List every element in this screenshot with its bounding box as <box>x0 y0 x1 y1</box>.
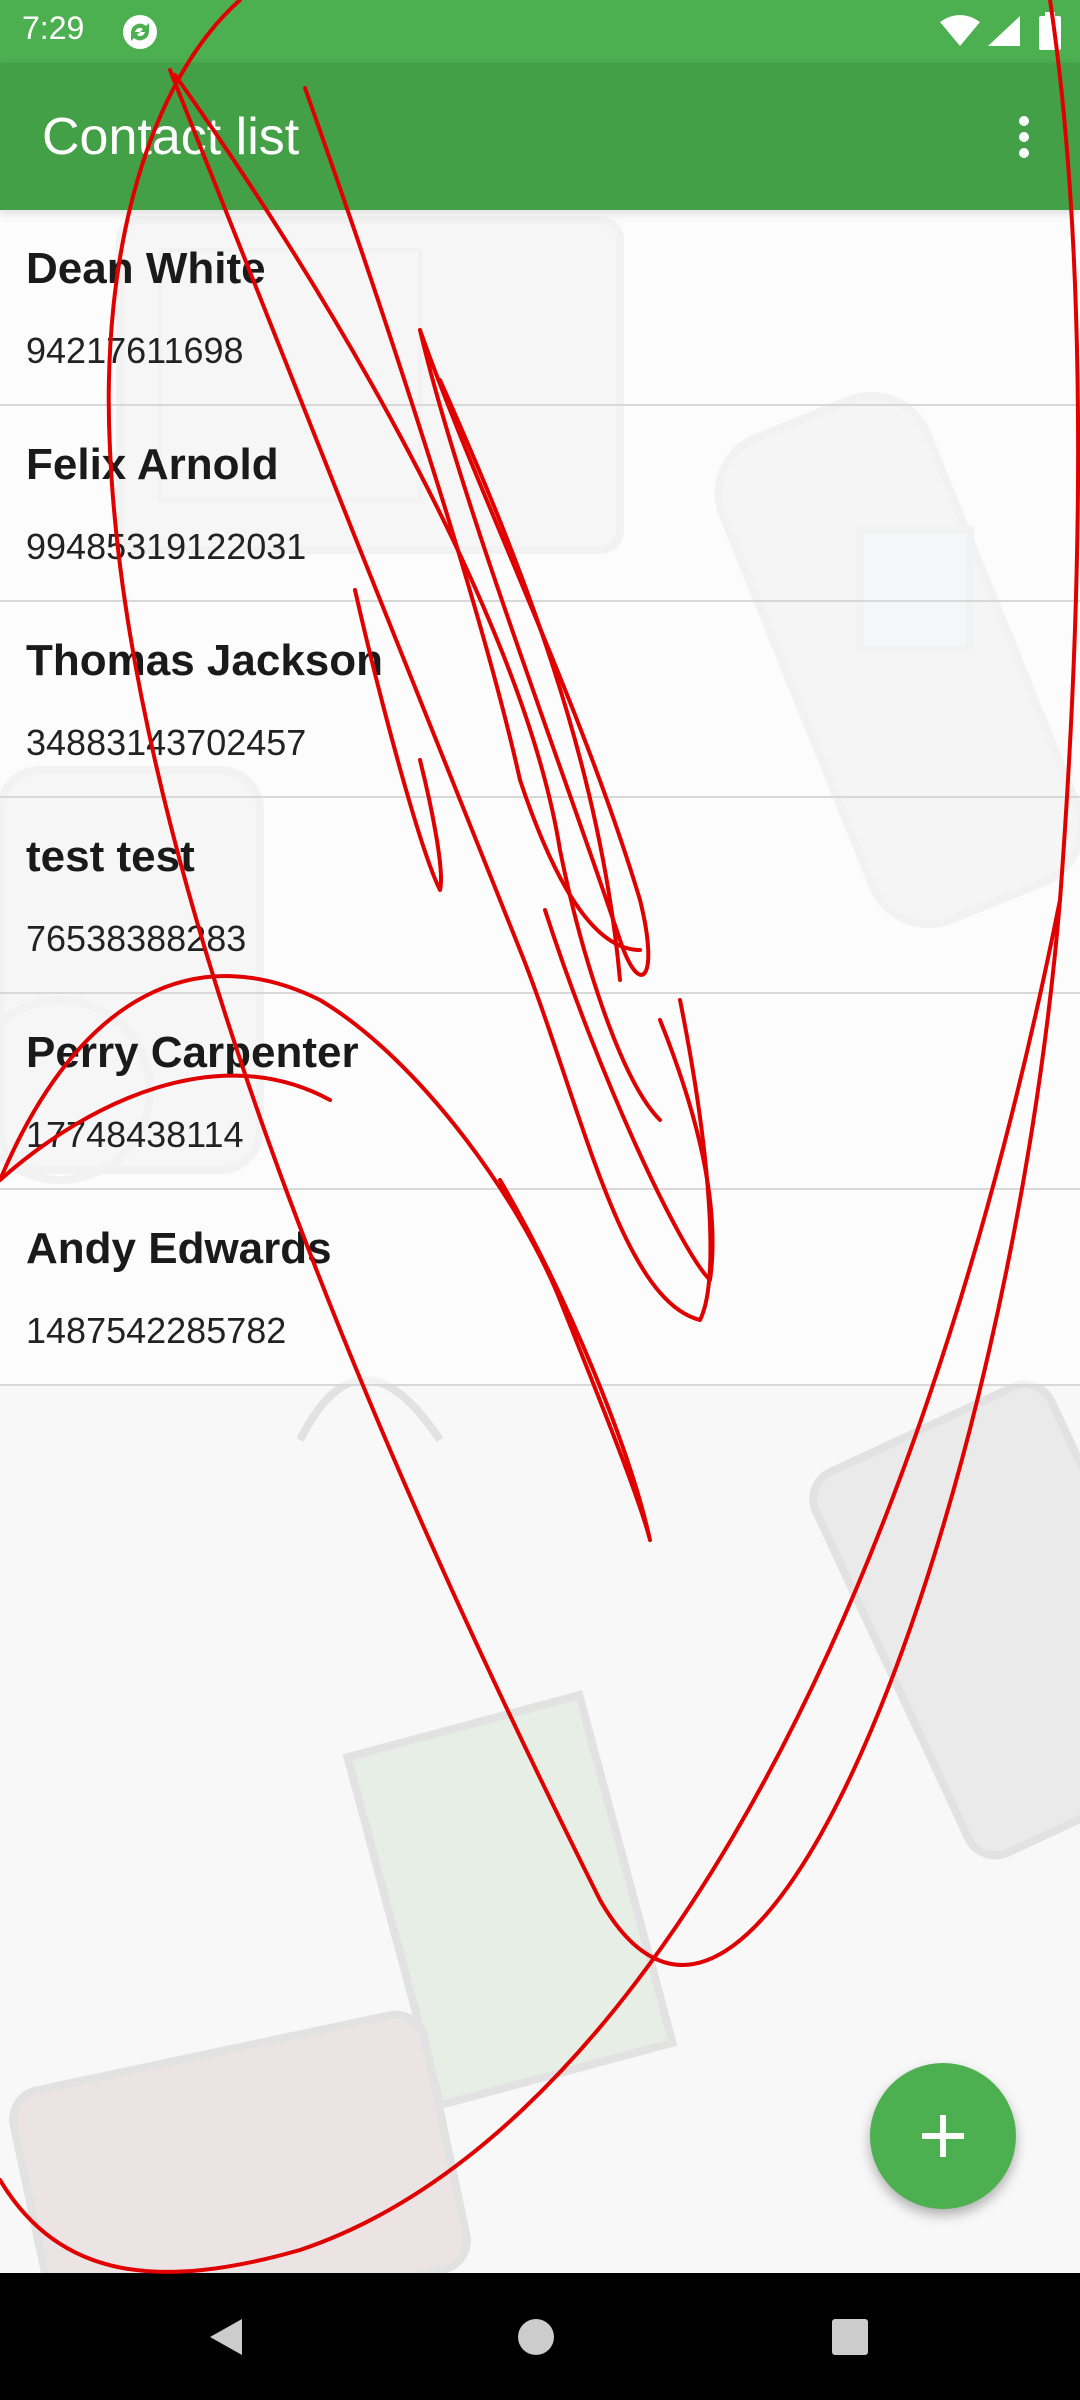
navigation-bar <box>0 2273 1080 2400</box>
contact-phone: 17748438114 <box>26 1114 244 1155</box>
sync-icon <box>123 15 157 49</box>
status-time: 7:29 <box>22 10 85 46</box>
contact-phone: 34883143702457 <box>26 722 307 763</box>
app-bar: Contact list <box>0 63 1080 210</box>
home-icon[interactable] <box>514 2315 558 2359</box>
wifi-icon <box>940 15 980 46</box>
contact-row[interactable]: Dean White 94217611698 <box>0 210 1080 406</box>
contact-row[interactable]: Perry Carpenter 17748438114 <box>0 994 1080 1190</box>
overflow-menu-icon[interactable] <box>1006 113 1042 161</box>
add-contact-button[interactable] <box>870 2063 1016 2209</box>
contact-name: Andy Edwards <box>26 1224 332 1273</box>
back-icon[interactable] <box>204 2315 248 2359</box>
contact-name: Felix Arnold <box>26 440 279 489</box>
contact-name: Perry Carpenter <box>26 1028 359 1077</box>
page-title: Contact list <box>42 108 300 166</box>
battery-icon <box>1039 12 1061 50</box>
contact-phone: 94217611698 <box>26 330 244 371</box>
contact-row[interactable]: Thomas Jackson 34883143702457 <box>0 602 1080 798</box>
signal-icon <box>988 16 1020 46</box>
contact-row[interactable]: Felix Arnold 99485319122031 <box>0 406 1080 602</box>
contact-phone: 99485319122031 <box>26 526 307 567</box>
contact-phone: 76538388283 <box>26 918 247 959</box>
recents-icon[interactable] <box>828 2315 872 2359</box>
contact-name: Dean White <box>26 244 266 293</box>
contact-phone: 1487542285782 <box>26 1310 287 1351</box>
contact-row[interactable]: Andy Edwards 1487542285782 <box>0 1190 1080 1386</box>
status-bar: 7:29 <box>0 0 1080 63</box>
contact-name: Thomas Jackson <box>26 636 384 685</box>
contact-list: Dean White 94217611698 Felix Arnold 9948… <box>0 210 1080 1386</box>
contact-row[interactable]: test test 76538388283 <box>0 798 1080 994</box>
contact-name: test test <box>26 832 195 881</box>
plus-icon <box>922 2115 964 2157</box>
